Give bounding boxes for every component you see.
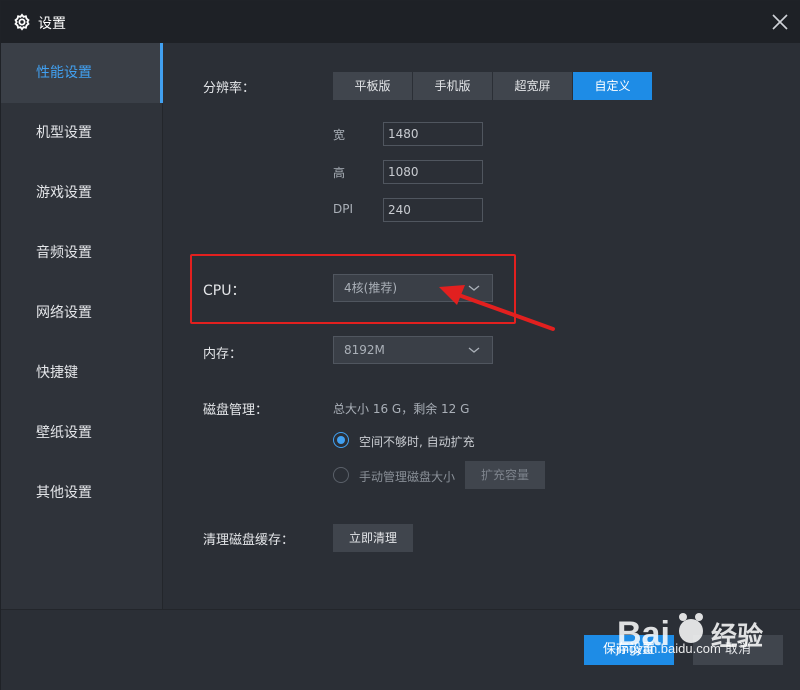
- chevron-down-icon: [468, 347, 480, 353]
- clear-now-button[interactable]: 立即清理: [333, 524, 413, 552]
- cpu-label: CPU：: [203, 283, 246, 299]
- chevron-down-icon: [468, 285, 480, 291]
- sidebar-item-performance[interactable]: 性能设置: [1, 43, 163, 103]
- disk-manual-radio[interactable]: [333, 467, 349, 483]
- resolution-selector: 平板版 手机版 超宽屏 自定义: [333, 72, 653, 100]
- memory-dropdown[interactable]: 8192M: [333, 336, 493, 364]
- sidebar-item-network[interactable]: 网络设置: [1, 283, 163, 343]
- sidebar-item-other[interactable]: 其他设置: [1, 463, 163, 523]
- resolution-custom-button[interactable]: 自定义: [573, 72, 653, 100]
- height-label: 高: [333, 166, 346, 180]
- disk-label: 磁盘管理：: [203, 403, 269, 418]
- sidebar: 性能设置 机型设置 游戏设置 音频设置 网络设置 快捷键 壁纸设置 其他设置: [1, 43, 163, 609]
- sidebar-item-shortcuts[interactable]: 快捷键: [1, 343, 163, 403]
- cpu-dropdown-value: 4核(推荐): [344, 281, 397, 295]
- clear-cache-label: 清理磁盘缓存：: [203, 533, 295, 548]
- width-input[interactable]: 1480: [383, 122, 483, 146]
- memory-dropdown-value: 8192M: [344, 343, 385, 357]
- resolution-phone-button[interactable]: 手机版: [413, 72, 493, 100]
- height-input[interactable]: 1080: [383, 160, 483, 184]
- disk-auto-radio[interactable]: [333, 432, 349, 448]
- expand-capacity-button[interactable]: 扩充容量: [465, 461, 545, 489]
- sidebar-item-device-model[interactable]: 机型设置: [1, 103, 163, 163]
- sidebar-item-wallpaper[interactable]: 壁纸设置: [1, 403, 163, 463]
- sidebar-item-game[interactable]: 游戏设置: [1, 163, 163, 223]
- cpu-dropdown[interactable]: 4核(推荐): [333, 274, 493, 302]
- settings-panel: 分辨率： 平板版 手机版 超宽屏 自定义 宽 1480 高 1080 DPI 2…: [164, 43, 800, 609]
- memory-label: 内存：: [203, 347, 243, 362]
- resolution-tablet-button[interactable]: 平板版: [333, 72, 413, 100]
- window-title: 设置: [38, 16, 66, 32]
- disk-summary: 总大小 16 G，剩余 12 G: [333, 402, 470, 416]
- dpi-label: DPI: [333, 202, 354, 216]
- gear-icon: [14, 13, 30, 31]
- baidu-watermark-logo: Bai 经验: [617, 613, 763, 653]
- width-label: 宽: [333, 128, 346, 142]
- watermark-url: jingyan.baidu.com: [616, 641, 721, 656]
- disk-auto-label: 空间不够时, 自动扩充: [359, 435, 475, 449]
- resolution-ultrawide-button[interactable]: 超宽屏: [493, 72, 573, 100]
- title-bar: 设置: [1, 1, 800, 43]
- settings-window: 设置 性能设置 机型设置 游戏设置 音频设置 网络设置 快捷键 壁纸设置 其他设…: [0, 0, 800, 690]
- close-icon[interactable]: [769, 11, 791, 33]
- sidebar-item-audio[interactable]: 音频设置: [1, 223, 163, 283]
- resolution-label: 分辨率：: [203, 81, 256, 96]
- dpi-input[interactable]: 240: [383, 198, 483, 222]
- disk-manual-label: 手动管理磁盘大小: [359, 470, 456, 484]
